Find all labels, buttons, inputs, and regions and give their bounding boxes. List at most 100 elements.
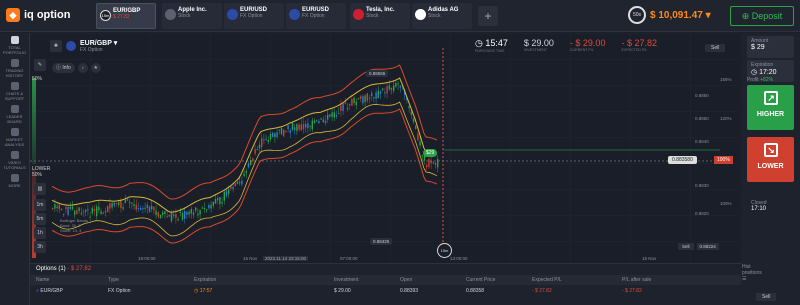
candle-body: [430, 161, 432, 164]
candle-body: [379, 91, 382, 94]
lower-button[interactable]: ↘ LOWER: [747, 137, 794, 182]
deposit-icon: ⊕: [741, 11, 750, 21]
timeframe-1h[interactable]: 1h: [34, 227, 46, 239]
candle-body: [122, 207, 124, 210]
stat-investment: $ 29.00 INVESTMENT: [524, 38, 554, 53]
briefcase-icon: [10, 36, 19, 44]
nav-leader-board[interactable]: LEADER BOARD: [0, 102, 29, 125]
col-header: P/L after sale: [622, 277, 652, 283]
candle-body: [421, 155, 423, 157]
nav-more[interactable]: MORE: [0, 171, 29, 194]
candle-body: [96, 206, 98, 217]
menu-icon: ☰: [742, 276, 747, 282]
asset-type: FX Option: [80, 47, 103, 53]
amount-field[interactable]: Amount $ 29: [747, 36, 794, 58]
asset-tab-eurgbp-active[interactable]: 15m EUR/GBP $ 27.82: [96, 3, 156, 29]
candle-body: [146, 204, 148, 208]
candle-body: [80, 213, 82, 215]
candle-body: [151, 206, 153, 210]
candle-body: [371, 92, 373, 97]
star-icon[interactable]: ★: [90, 63, 101, 73]
sell-button[interactable]: Sell: [678, 243, 694, 250]
candle-body: [232, 186, 234, 190]
tab-sub: Stock: [366, 13, 379, 19]
asset-tab-tesla[interactable]: Tesla, Inc. Stock: [350, 3, 410, 29]
more-icon: [10, 174, 19, 182]
candle-body: [78, 207, 80, 212]
nav-video-tutorials[interactable]: VIDEO TUTORIALS: [0, 148, 29, 171]
tab-sub: FX Option: [302, 13, 325, 19]
time-tick: 07:00:00: [340, 256, 358, 261]
candle-body: [428, 159, 430, 167]
candle-body: [349, 104, 351, 106]
profit-label: Profit: [747, 77, 759, 83]
deal-badge[interactable]: $29: [423, 149, 438, 157]
nav-total-portfolio[interactable]: TOTAL PORTFOLIO: [0, 33, 29, 56]
nav-trading-history[interactable]: TRADING HISTORY: [0, 56, 29, 79]
timeframe-5m[interactable]: 5m: [34, 213, 46, 225]
candle-body: [434, 163, 437, 165]
logo[interactable]: ◆ iq option: [6, 8, 70, 22]
asset-tab-eurusd-2[interactable]: EUR/USD FX Option: [286, 3, 346, 29]
stat-time-value: ◷ 15:47: [475, 38, 508, 48]
tab-sub: Stock: [428, 13, 441, 19]
candle-body: [87, 208, 89, 211]
add-tab-button[interactable]: +: [478, 6, 498, 26]
candle-body: [426, 165, 428, 168]
candle-body: [390, 87, 393, 90]
add-icon[interactable]: ✚: [50, 40, 62, 52]
sell-button-top[interactable]: Sell: [705, 44, 726, 52]
candle-body: [71, 206, 74, 210]
sell-price: 0.88224: [696, 243, 719, 250]
candle-body: [241, 180, 243, 185]
asset-selector[interactable]: EUR/GBP ▾ FX Option: [80, 39, 117, 53]
asset-tab-apple[interactable]: Apple Inc. Stock: [162, 3, 222, 29]
candle-body: [107, 206, 109, 213]
deal-stats: ◷ 15:47 PURCHASE TIME $ 29.00 INVESTMENT -…: [475, 38, 657, 53]
price-chart[interactable]: ✚ EUR/GBP ▾ FX Option ✎ ⓘ Info ♪ ★ 50% L…: [30, 33, 740, 263]
row-sell-button[interactable]: Sell: [756, 293, 777, 301]
asset-tab-eurusd-1[interactable]: EUR/USD FX Option: [224, 3, 284, 29]
stat-expected-pnl-value: - $ 27.82: [621, 38, 657, 48]
nav-market-analysis[interactable]: MARKET ANALYSIS: [0, 125, 29, 148]
balance[interactable]: $ 10,091.47 ▾: [650, 10, 711, 21]
candle-body: [188, 211, 190, 215]
col-header: Expected P/L: [532, 277, 562, 283]
candle-body: [67, 206, 69, 216]
nav-label: VIDEO TUTORIALS: [3, 160, 26, 170]
candle-body: [289, 130, 291, 133]
timeframe-1m[interactable]: 1m: [34, 199, 46, 211]
asset-tab-adidas[interactable]: Adidas AG Stock: [412, 3, 472, 29]
table-row[interactable]: ● EUR/GBP FX Option ◷ 17:57 $ 29.00 0.88…: [30, 285, 741, 296]
col-header: Current Price: [466, 277, 496, 283]
info-button[interactable]: ⓘ Info: [52, 63, 75, 73]
candle-body: [437, 158, 439, 168]
row-name-text: EUR/GBP: [40, 288, 63, 294]
bell-icon[interactable]: ♪: [77, 63, 88, 73]
candle-body: [157, 212, 159, 217]
candle-body: [247, 163, 250, 168]
history-positions-button[interactable]: Hist positions ☰: [742, 264, 762, 282]
candle-body: [346, 108, 349, 110]
candle-body: [344, 102, 346, 104]
chart-type-icon[interactable]: ▥: [34, 183, 46, 195]
nav-chats-support[interactable]: CHATS & SUPPORT: [0, 79, 29, 102]
tab-sub: $ 27.82: [113, 14, 130, 20]
candle-body: [192, 212, 195, 215]
timeframe-3h[interactable]: 3h: [34, 241, 46, 253]
video-icon: [10, 151, 19, 159]
deposit-button[interactable]: ⊕ Deposit: [730, 6, 794, 26]
profit-info: Profit +82%: [747, 77, 773, 83]
higher-button[interactable]: ↗ HIGHER: [747, 85, 794, 130]
candle-body: [412, 118, 415, 122]
candle-body: [100, 211, 102, 215]
candle-body: [327, 114, 329, 120]
candle-body: [54, 204, 56, 209]
candle-body: [309, 125, 311, 127]
row-expiration: ◷ 17:57: [194, 288, 213, 294]
candle-body: [214, 199, 217, 204]
time-tick: 15 Nov: [243, 256, 258, 261]
candle-body: [355, 101, 357, 106]
indicator-legend: Bollinger Bands Band: 20, 2 Stoch: 14, 3: [60, 218, 88, 233]
draw-tools-icon[interactable]: ✎: [34, 59, 46, 71]
